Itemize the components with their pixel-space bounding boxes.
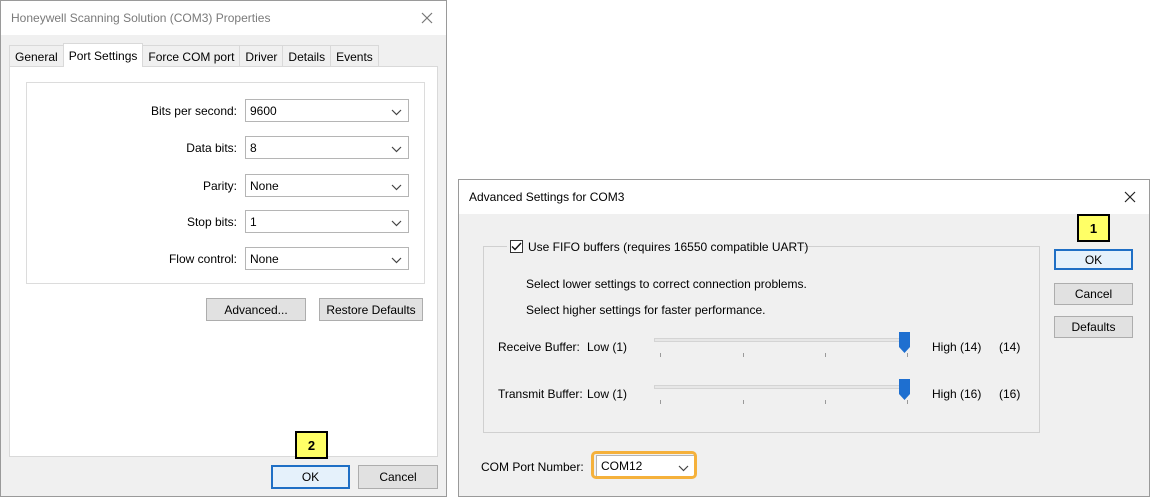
- callout-2: 2: [295, 431, 328, 459]
- receive-buffer-slider[interactable]: [654, 330, 914, 360]
- data-bits-row: Data bits: 8: [27, 136, 424, 160]
- tab-details[interactable]: Details: [282, 45, 332, 67]
- receive-buffer-label: Receive Buffer:: [498, 340, 580, 354]
- port-settings-group: Bits per second: 9600 Data bits: 8 Parit…: [26, 82, 425, 284]
- properties-dialog: Honeywell Scanning Solution (COM3) Prope…: [0, 0, 447, 497]
- tab-general[interactable]: General: [9, 45, 64, 67]
- parity-value: None: [250, 178, 279, 193]
- chevron-down-icon: [391, 180, 402, 194]
- flow-control-select[interactable]: None: [245, 247, 409, 270]
- stop-bits-value: 1: [250, 214, 257, 229]
- flow-control-label: Flow control:: [168, 252, 237, 266]
- properties-title-bar[interactable]: Honeywell Scanning Solution (COM3) Prope…: [1, 1, 446, 35]
- bits-per-second-value: 9600: [250, 103, 277, 118]
- fifo-checkbox[interactable]: [510, 240, 523, 253]
- receive-slider-tick: [743, 353, 744, 357]
- close-icon[interactable]: [1119, 186, 1141, 208]
- transmit-high-label: High (16): [932, 387, 982, 401]
- bits-per-second-row: Bits per second: 9600: [27, 99, 424, 123]
- callout-1: 1: [1077, 214, 1110, 242]
- parity-label: Parity:: [202, 179, 237, 193]
- close-icon[interactable]: [416, 7, 438, 29]
- advanced-title-bar[interactable]: Advanced Settings for COM3: [459, 180, 1149, 214]
- transmit-buffer-label: Transmit Buffer:: [498, 387, 583, 401]
- data-bits-select[interactable]: 8: [245, 136, 409, 159]
- tab-strip: General Port Settings Force COM port Dri…: [9, 43, 379, 67]
- receive-low-label: Low (1): [587, 340, 628, 354]
- receive-high-label: High (14): [932, 340, 982, 354]
- fifo-checkbox-row[interactable]: Use FIFO buffers (requires 16550 compati…: [507, 238, 808, 256]
- properties-ok-button[interactable]: OK: [271, 465, 350, 489]
- restore-defaults-button[interactable]: Restore Defaults: [319, 298, 423, 321]
- advanced-defaults-button[interactable]: Defaults: [1054, 316, 1133, 338]
- parity-select[interactable]: None: [245, 174, 409, 197]
- chevron-down-icon: [391, 253, 402, 267]
- chevron-down-icon: [391, 216, 402, 230]
- bits-per-second-select[interactable]: 9600: [245, 99, 409, 122]
- chevron-down-icon: [391, 142, 402, 156]
- transmit-slider-tick: [743, 400, 744, 404]
- advanced-ok-button[interactable]: OK: [1054, 249, 1133, 270]
- port-settings-panel: Bits per second: 9600 Data bits: 8 Parit…: [9, 66, 438, 457]
- tab-events[interactable]: Events: [330, 45, 379, 67]
- stop-bits-label: Stop bits:: [186, 215, 237, 229]
- chevron-down-icon: [391, 105, 402, 119]
- advanced-settings-dialog: Advanced Settings for COM3 Use FIFO buff…: [458, 179, 1150, 497]
- stop-bits-select[interactable]: 1: [245, 210, 409, 233]
- hint-higher: Select higher settings for faster perfor…: [526, 303, 766, 317]
- flow-control-row: Flow control: None: [27, 247, 424, 271]
- com-port-highlight: [591, 451, 697, 479]
- transmit-value: (16): [999, 387, 1021, 401]
- tab-driver[interactable]: Driver: [239, 45, 284, 67]
- data-bits-value: 8: [250, 140, 257, 155]
- receive-slider-tick: [825, 353, 826, 357]
- fifo-label: Use FIFO buffers (requires 16550 compati…: [528, 240, 809, 254]
- tab-force-com-port[interactable]: Force COM port: [142, 45, 241, 67]
- receive-value: (14): [999, 340, 1021, 354]
- advanced-cancel-button[interactable]: Cancel: [1054, 283, 1133, 305]
- receive-slider-track: [654, 338, 910, 342]
- transmit-low-label: Low (1): [587, 387, 628, 401]
- transmit-slider-track: [654, 385, 910, 389]
- tab-port-settings[interactable]: Port Settings: [62, 43, 144, 67]
- transmit-buffer-slider[interactable]: [654, 377, 914, 407]
- stop-bits-row: Stop bits: 1: [27, 210, 424, 234]
- transmit-slider-thumb[interactable]: [899, 379, 910, 401]
- transmit-slider-tick: [825, 400, 826, 404]
- parity-row: Parity: None: [27, 174, 424, 198]
- transmit-slider-tick: [660, 400, 661, 404]
- data-bits-label: Data bits:: [186, 141, 237, 155]
- properties-cancel-button[interactable]: Cancel: [358, 465, 438, 489]
- com-port-label: COM Port Number:: [481, 460, 584, 474]
- properties-title: Honeywell Scanning Solution (COM3) Prope…: [11, 11, 271, 25]
- flow-control-value: None: [250, 251, 279, 266]
- hint-lower: Select lower settings to correct connect…: [526, 277, 807, 291]
- bits-per-second-label: Bits per second:: [150, 104, 237, 118]
- receive-slider-thumb[interactable]: [899, 332, 910, 354]
- receive-slider-tick: [660, 353, 661, 357]
- advanced-title: Advanced Settings for COM3: [469, 190, 625, 204]
- advanced-button[interactable]: Advanced...: [206, 298, 306, 321]
